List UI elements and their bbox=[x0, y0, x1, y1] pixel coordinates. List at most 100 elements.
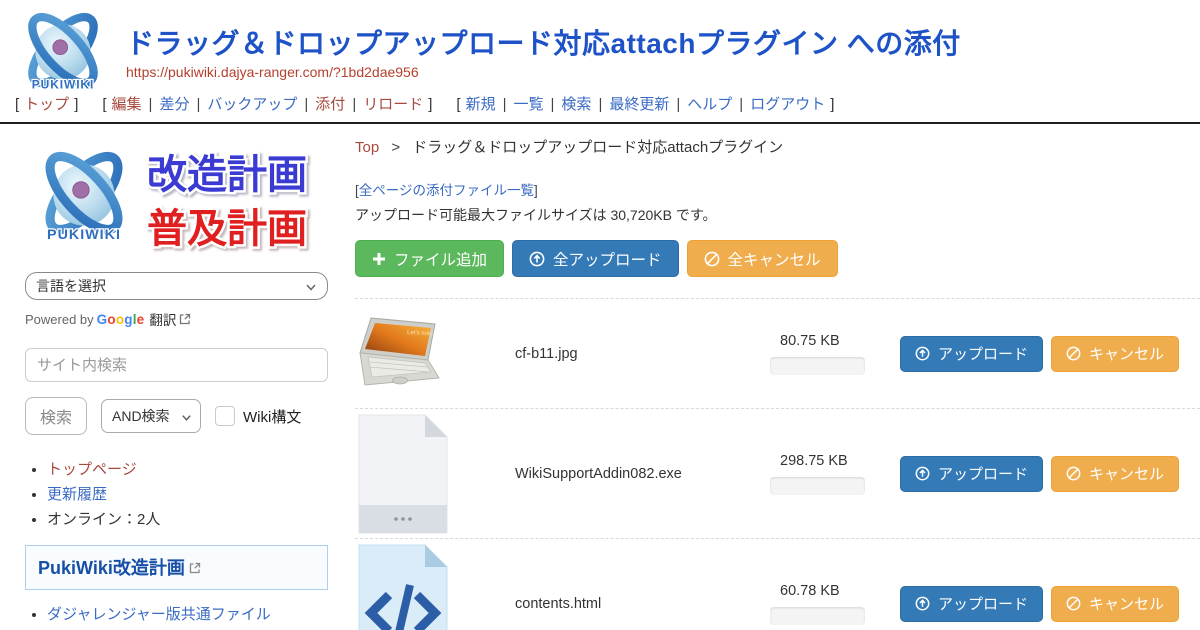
google-logo-text: Google bbox=[97, 312, 145, 327]
wiki-syntax-label: Wiki構文 bbox=[243, 406, 301, 427]
wiki-syntax-checkbox[interactable] bbox=[215, 406, 235, 426]
ban-icon bbox=[1066, 596, 1081, 611]
sidebar-top-links: トップページ 更新履歴 オンライン：2人 bbox=[25, 459, 331, 530]
nav-link-diff[interactable]: 差分 bbox=[159, 96, 189, 113]
online-status: オンライン：2人 bbox=[47, 509, 331, 531]
site-search-input[interactable] bbox=[25, 348, 328, 382]
upload-toolbar: ファイル追加 全アップロード 全キャンセル bbox=[355, 240, 1200, 277]
pipe-separator: | bbox=[142, 96, 160, 113]
file-row: Let's note cf-b11.jpg 80.75 KB bbox=[355, 298, 1200, 408]
bracket: ] bbox=[423, 96, 437, 113]
upload-button[interactable]: アップロード bbox=[900, 586, 1043, 622]
max-upload-size-text: アップロード可能最大ファイルサイズは 30,720KB です。 bbox=[355, 205, 1200, 225]
sidebar-link-toppage[interactable]: トップページ bbox=[47, 461, 137, 478]
chevron-down-icon bbox=[181, 412, 192, 423]
nav-link-backup[interactable]: バックアップ bbox=[207, 96, 297, 113]
wiki-syntax-option: Wiki構文 bbox=[215, 406, 301, 427]
pukiwiki-atom-logo[interactable]: PUKIWIKI bbox=[12, 4, 114, 96]
chevron-down-icon bbox=[305, 281, 317, 293]
arrow-circle-up-icon bbox=[529, 251, 545, 267]
breadcrumb-home[interactable]: Top bbox=[355, 139, 379, 156]
laptop-photo-thumbnail: Let's note bbox=[355, 315, 447, 393]
file-size: 60.78 KB bbox=[770, 583, 840, 599]
nav-link-recent[interactable]: 最終更新 bbox=[609, 96, 669, 113]
upload-button[interactable]: アップロード bbox=[900, 456, 1043, 492]
logo-brand-text: PUKIWIKI bbox=[32, 78, 94, 92]
cancel-button[interactable]: キャンセル bbox=[1051, 456, 1179, 492]
pipe-separator: | bbox=[669, 96, 687, 113]
bracket: ] bbox=[825, 96, 839, 113]
pipe-separator: | bbox=[297, 96, 315, 113]
file-name: WikiSupportAddin082.exe bbox=[515, 466, 770, 482]
pipe-separator: | bbox=[345, 96, 363, 113]
nav-link-attach[interactable]: 添付 bbox=[315, 96, 345, 113]
upload-progress-bar bbox=[770, 477, 865, 495]
top-navigation: [トップ][編集|差分|バックアップ|添付|リロード][新規|一覧|検索|最終更… bbox=[10, 93, 839, 114]
nav-link-help[interactable]: ヘルプ bbox=[687, 96, 732, 113]
cancel-all-button[interactable]: 全キャンセル bbox=[687, 240, 838, 277]
pukiwiki-attach-page: PUKIWIKI ドラッグ＆ドロップアップロード対応attachプラグイン への… bbox=[0, 0, 1200, 630]
ban-icon bbox=[1066, 346, 1081, 361]
sidebar-banner-pukiwiki-kaizou[interactable]: PUKIWIKI 改造計画 普及計画 bbox=[25, 140, 328, 258]
cancel-button[interactable]: キャンセル bbox=[1051, 336, 1179, 372]
nav-link-top[interactable]: トップ bbox=[24, 96, 69, 113]
pukiwiki-kaizou-box: PukiWiki改造計画 bbox=[25, 545, 328, 590]
powered-by-label: Powered by bbox=[25, 312, 94, 327]
ban-icon bbox=[704, 251, 720, 267]
nav-link-logout[interactable]: ログアウト bbox=[750, 96, 825, 113]
language-select[interactable]: 言語を選択 bbox=[25, 272, 328, 300]
external-link-icon bbox=[189, 562, 201, 574]
nav-link-search[interactable]: 検索 bbox=[561, 96, 591, 113]
add-files-button[interactable]: ファイル追加 bbox=[355, 240, 504, 277]
generic-file-icon bbox=[355, 413, 451, 535]
nav-link-list[interactable]: 一覧 bbox=[514, 96, 544, 113]
external-link-icon bbox=[179, 313, 191, 325]
header: PUKIWIKI ドラッグ＆ドロップアップロード対応attachプラグイン への… bbox=[0, 0, 1200, 124]
file-size: 80.75 KB bbox=[770, 333, 840, 349]
bracket: ] bbox=[534, 183, 538, 198]
sidebar-main-links: ダジャレンジャー版共通ファイル PukiWiki本体改造 PukiWikiテキス… bbox=[25, 604, 331, 630]
page-url: https://pukiwiki.dajya-ranger.com/?1bd2d… bbox=[126, 64, 419, 80]
upload-button[interactable]: アップロード bbox=[900, 336, 1043, 372]
main-content: Top > ドラッグ＆ドロップアップロード対応attachプラグイン [全ページ… bbox=[345, 124, 1200, 630]
pipe-separator: | bbox=[189, 96, 207, 113]
sidebar-link-recent-changes[interactable]: 更新履歴 bbox=[47, 486, 107, 503]
all-pages-attach-list-link[interactable]: 全ページの添付ファイル一覧 bbox=[359, 183, 534, 198]
bracket: [ bbox=[10, 96, 24, 113]
pipe-separator: | bbox=[544, 96, 562, 113]
svg-text:PUKIWIKI: PUKIWIKI bbox=[47, 227, 121, 243]
language-select-value: 言語を選択 bbox=[36, 276, 106, 296]
list-item: ダジャレンジャー版共通ファイル bbox=[47, 604, 331, 626]
ban-icon bbox=[1066, 466, 1081, 481]
bracket: ] bbox=[69, 96, 83, 113]
file-row: contents.html 60.78 KB アップロード キャンセル bbox=[355, 538, 1200, 630]
upload-progress-bar bbox=[770, 357, 865, 375]
search-button[interactable]: 検索 bbox=[25, 397, 87, 435]
pipe-separator: | bbox=[732, 96, 750, 113]
nav-link-new[interactable]: 新規 bbox=[466, 96, 496, 113]
translate-label: 翻訳 bbox=[149, 309, 176, 329]
upload-file-list: Let's note cf-b11.jpg 80.75 KB bbox=[355, 298, 1200, 630]
breadcrumb-current: ドラッグ＆ドロップアップロード対応attachプラグイン bbox=[412, 139, 783, 156]
file-row: WikiSupportAddin082.exe 298.75 KB アップロード… bbox=[355, 408, 1200, 538]
code-file-icon bbox=[355, 543, 451, 630]
arrow-circle-up-icon bbox=[915, 596, 930, 611]
file-name: cf-b11.jpg bbox=[515, 346, 770, 362]
banner-line2: 普及計画 bbox=[147, 207, 307, 251]
nav-link-edit[interactable]: 編集 bbox=[112, 96, 142, 113]
file-name: contents.html bbox=[515, 596, 770, 612]
list-item: トップページ bbox=[47, 459, 331, 481]
list-item: 更新履歴 bbox=[47, 484, 331, 506]
breadcrumb: Top > ドラッグ＆ドロップアップロード対応attachプラグイン bbox=[355, 136, 1200, 157]
sidebar-link-pukiwiki-kaizou[interactable]: PukiWiki改造計画 bbox=[38, 558, 185, 578]
google-translate-attribution: Powered by Google 翻訳 bbox=[25, 309, 331, 329]
sidebar-link-common-files[interactable]: ダジャレンジャー版共通ファイル bbox=[47, 606, 271, 623]
arrow-circle-up-icon bbox=[915, 466, 930, 481]
pipe-separator: | bbox=[591, 96, 609, 113]
upload-all-button[interactable]: 全アップロード bbox=[512, 240, 679, 277]
search-mode-value: AND検索 bbox=[112, 406, 170, 426]
search-mode-select[interactable]: AND検索 bbox=[101, 399, 201, 433]
cancel-button[interactable]: キャンセル bbox=[1051, 586, 1179, 622]
bracket: [ bbox=[451, 96, 465, 113]
nav-link-reload[interactable]: リロード bbox=[363, 96, 423, 113]
